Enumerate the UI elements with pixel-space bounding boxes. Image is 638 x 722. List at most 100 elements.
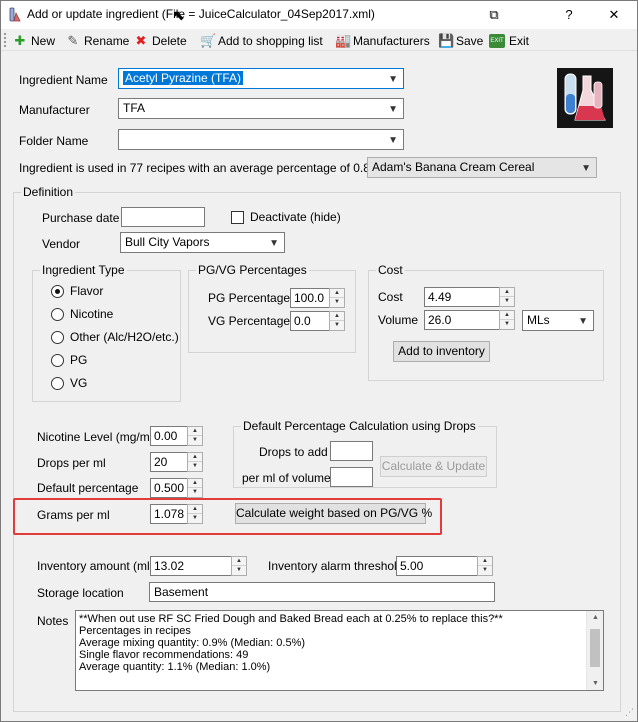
new-button[interactable]: ✚ New [13, 32, 55, 50]
inventory-alarm-stepper[interactable]: 5.00 ▲ ▼ [396, 556, 494, 576]
calculate-weight-button[interactable]: Calculate weight based on PG/VG % [235, 503, 432, 524]
radio-flavor[interactable]: Flavor [51, 284, 103, 298]
plus-icon: ✚ [14, 33, 26, 48]
chevron-down-icon[interactable]: ▼ [388, 72, 398, 87]
down-arrow-icon[interactable]: ▼ [188, 436, 202, 445]
drops-calc-title: Default Percentage Calculation using Dro… [241, 419, 478, 433]
delete-button[interactable]: ✖ Delete [134, 32, 187, 50]
vg-percentage-stepper[interactable]: 0.0 ▲ ▼ [290, 311, 346, 331]
ingredient-name-combo[interactable]: Acetyl Pyrazine (TFA) ▼ [118, 68, 404, 89]
down-arrow-icon[interactable]: ▼ [188, 462, 202, 471]
help-button[interactable]: ? [546, 1, 592, 29]
up-arrow-icon[interactable]: ▲ [232, 557, 246, 566]
scroll-down-icon[interactable]: ▼ [587, 680, 603, 687]
save-button[interactable]: 💾 Save [438, 32, 483, 50]
volume-unit-combo[interactable]: MLs ▼ [522, 310, 594, 331]
manufacturer-combo[interactable]: TFA ▼ [118, 98, 404, 119]
inventory-amount-label: Inventory amount (ml) [37, 559, 154, 573]
radio-vg[interactable]: VG [51, 376, 87, 390]
grams-per-ml-stepper[interactable]: 1.078 ▲ ▼ [150, 504, 204, 524]
checkbox-box[interactable] [231, 210, 244, 224]
drops-to-add-label: Drops to add [259, 445, 328, 459]
purchase-date-input[interactable] [121, 207, 205, 227]
down-arrow-icon[interactable]: ▼ [188, 514, 202, 523]
nicotine-level-label: Nicotine Level (mg/ml) [37, 430, 157, 444]
down-arrow-icon[interactable]: ▼ [232, 566, 246, 575]
add-to-shopping-list-button[interactable]: 🛒 Add to shopping list [200, 32, 323, 50]
ingredient-name-value: Acetyl Pyrazine (TFA) [123, 71, 244, 85]
folder-name-combo[interactable]: ▼ [118, 129, 404, 150]
per-ml-volume-input[interactable] [330, 467, 373, 487]
up-arrow-icon[interactable]: ▲ [188, 427, 202, 436]
down-arrow-icon[interactable]: ▼ [188, 488, 202, 497]
radio-indicator[interactable] [51, 330, 64, 344]
drops-per-ml-label: Drops per ml [37, 456, 106, 470]
radio-pg[interactable]: PG [51, 353, 87, 367]
chevron-down-icon[interactable]: ▼ [578, 314, 588, 329]
pg-percentage-stepper[interactable]: 100.0 ▲ ▼ [290, 288, 346, 308]
inventory-amount-stepper[interactable]: 13.02 ▲ ▼ [150, 556, 248, 576]
up-arrow-icon[interactable]: ▲ [188, 505, 202, 514]
up-arrow-icon[interactable]: ▲ [500, 311, 514, 320]
notes-scrollbar[interactable]: ▲ ▼ [586, 611, 603, 690]
chevron-down-icon[interactable]: ▼ [388, 102, 398, 117]
volume-stepper[interactable]: 26.0 ▲ ▼ [424, 310, 516, 330]
app-icon [8, 7, 22, 23]
ingredient-window: Add or update ingredient (File = JuiceCa… [0, 0, 638, 722]
notes-label: Notes [37, 614, 69, 628]
down-arrow-icon[interactable]: ▼ [478, 566, 492, 575]
cost-label: Cost [378, 290, 403, 304]
vendor-combo[interactable]: Bull City Vapors ▼ [120, 232, 285, 253]
rename-button[interactable]: ✎ Rename [66, 32, 130, 50]
down-arrow-icon[interactable]: ▼ [500, 320, 514, 329]
up-arrow-icon[interactable]: ▲ [188, 479, 202, 488]
deactivate-label: Deactivate (hide) [250, 210, 341, 224]
scroll-up-icon[interactable]: ▲ [587, 614, 603, 621]
radio-indicator[interactable] [51, 307, 64, 321]
drops-to-add-input[interactable] [330, 441, 373, 461]
exit-button[interactable]: EXIT Exit [489, 32, 529, 50]
close-button[interactable]: ✕ [591, 1, 637, 29]
chevron-down-icon[interactable]: ▼ [269, 236, 279, 251]
recipe-combo[interactable]: Adam's Banana Cream Cereal ▼ [367, 157, 597, 178]
radio-other[interactable]: Other (Alc/H2O/etc.) [51, 330, 179, 344]
notes-textarea[interactable]: **When out use RF SC Fried Dough and Bak… [75, 610, 604, 691]
manufacturer-value: TFA [123, 101, 146, 115]
drops-per-ml-stepper[interactable]: 20 ▲ ▼ [150, 452, 204, 472]
scrollbar-thumb[interactable] [590, 629, 600, 667]
notes-line: Average mixing quantity: 0.9% (Median: 0… [79, 637, 306, 649]
title-bar[interactable]: Add or update ingredient (File = JuiceCa… [1, 1, 637, 29]
down-arrow-icon[interactable]: ▼ [500, 297, 514, 306]
nicotine-level-stepper[interactable]: 0.00 ▲ ▼ [150, 426, 204, 446]
storage-location-input[interactable]: Basement [149, 582, 495, 602]
up-arrow-icon[interactable]: ▲ [330, 312, 344, 321]
cost-stepper[interactable]: 4.49 ▲ ▼ [424, 287, 516, 307]
radio-indicator[interactable] [51, 376, 64, 390]
radio-nicotine[interactable]: Nicotine [51, 307, 113, 321]
up-arrow-icon[interactable]: ▲ [188, 453, 202, 462]
folder-name-label: Folder Name [19, 134, 89, 148]
radio-indicator[interactable] [51, 353, 64, 367]
calculate-update-button[interactable]: Calculate & Update [380, 456, 487, 477]
deactivate-checkbox[interactable]: Deactivate (hide) [231, 210, 341, 224]
cursor-icon: ⬉ [173, 7, 185, 23]
rename-icon: ✎ [67, 33, 79, 48]
down-arrow-icon[interactable]: ▼ [330, 298, 344, 307]
manufacturer-label: Manufacturer [19, 103, 90, 117]
vendor-label: Vendor [42, 237, 81, 251]
shopping-cart-icon: 🛒 [200, 33, 217, 48]
radio-indicator[interactable] [51, 284, 64, 298]
add-to-inventory-button[interactable]: Add to inventory [393, 341, 490, 362]
up-arrow-icon[interactable]: ▲ [330, 289, 344, 298]
default-percentage-stepper[interactable]: 0.500 ▲ ▼ [150, 478, 204, 498]
notes-line: Single flavor recommendations: 49 [79, 649, 249, 661]
chevron-down-icon[interactable]: ▼ [388, 133, 398, 148]
chevron-down-icon[interactable]: ▼ [581, 161, 591, 176]
up-arrow-icon[interactable]: ▲ [478, 557, 492, 566]
resize-grip-icon[interactable]: ⋰ [625, 707, 634, 718]
manufacturers-button[interactable]: 🏭 Manufacturers [335, 32, 430, 50]
down-arrow-icon[interactable]: ▼ [330, 321, 344, 330]
up-arrow-icon[interactable]: ▲ [500, 288, 514, 297]
notes-line: Average quantity: 1.1% (Median: 1.0%) [79, 661, 271, 673]
restore-button[interactable]: ⧉ [471, 1, 517, 29]
